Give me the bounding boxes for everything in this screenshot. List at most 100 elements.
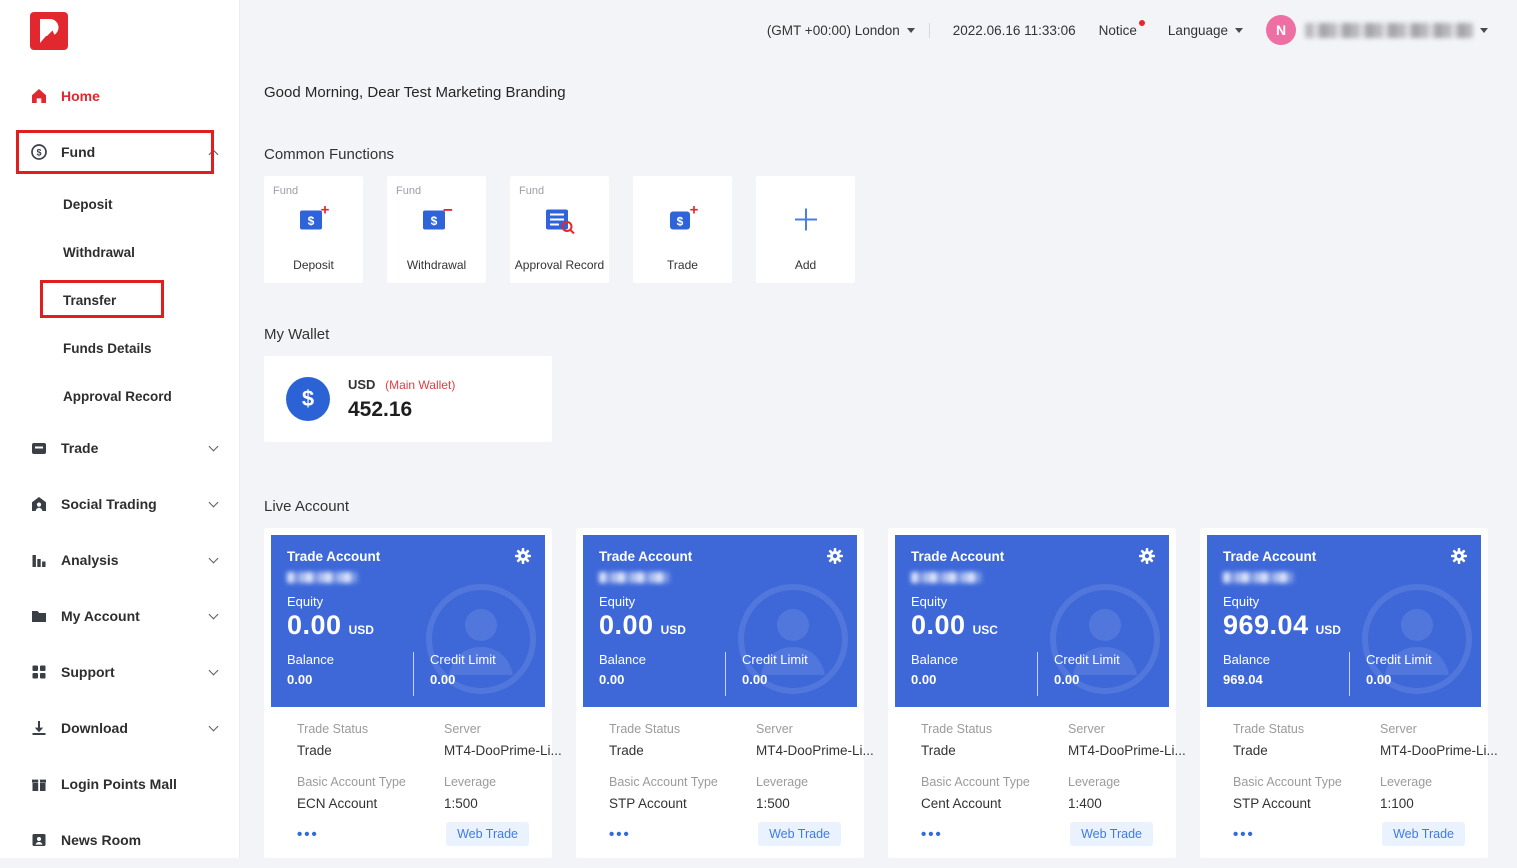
sidebar-item-my-account[interactable]: My Account — [0, 588, 239, 644]
account-card-title: Trade Account — [287, 549, 380, 564]
trade-status-value: Trade — [609, 743, 756, 758]
notice-link[interactable]: Notice — [1099, 23, 1145, 38]
support-grid-icon — [30, 663, 48, 681]
leverage-value: 1:500 — [444, 796, 562, 811]
folder-icon — [30, 607, 48, 625]
brand-logo[interactable] — [0, 0, 239, 68]
sidebar-item-funds-details[interactable]: Funds Details — [0, 324, 239, 372]
wallet-amount: 452.16 — [348, 398, 455, 422]
live-account-row: Trade Account Equity 0.00 USD Balance 0.… — [264, 528, 1488, 858]
account-card-title: Trade Account — [911, 549, 1004, 564]
timezone-selector[interactable]: (GMT +00:00) London — [767, 23, 915, 38]
news-room-icon — [30, 831, 48, 849]
card-category-tag: Fund — [519, 185, 544, 197]
equity-value: 969.04 — [1223, 610, 1309, 641]
server-value: MT4-DooPrime-Li... — [1380, 743, 1498, 758]
equity-currency: USC — [973, 623, 998, 637]
balance-label: Balance — [599, 652, 725, 667]
sub-item-label: Transfer — [63, 293, 116, 308]
credit-limit-label: Credit Limit — [742, 652, 808, 667]
balance-label: Balance — [1223, 652, 1349, 667]
web-trade-button[interactable]: Web Trade — [1070, 822, 1153, 846]
web-trade-button[interactable]: Web Trade — [1382, 822, 1465, 846]
sidebar-item-social-trading[interactable]: Social Trading — [0, 476, 239, 532]
live-account-card: Trade Account Equity 969.04 USD Balance … — [1200, 528, 1488, 858]
account-type-value: ECN Account — [297, 796, 444, 811]
home-icon — [30, 87, 48, 105]
equity-value: 0.00 — [599, 610, 654, 641]
account-summary-panel: Trade Account Equity 969.04 USD Balance … — [1207, 535, 1481, 707]
sidebar-item-home[interactable]: Home — [0, 68, 239, 124]
settings-gear-icon[interactable] — [1451, 548, 1467, 564]
sidebar-item-label: Trade — [61, 440, 210, 456]
card-category-tag: Fund — [396, 185, 421, 197]
shortcut-card-deposit[interactable]: Fund $+ Deposit — [264, 176, 363, 283]
common-functions-title: Common Functions — [264, 146, 1488, 163]
wallet-text: USD (Main Wallet) 452.16 — [348, 377, 455, 422]
sidebar-item-login-points-mall[interactable]: Login Points Mall — [0, 756, 239, 812]
equity-currency: USD — [661, 623, 686, 637]
more-options-icon[interactable]: ••• — [1233, 826, 1255, 843]
sidebar-item-download[interactable]: Download — [0, 700, 239, 756]
sidebar-item-deposit[interactable]: Deposit — [0, 180, 239, 228]
chevron-down-icon — [1235, 28, 1243, 33]
leverage-value: 1:100 — [1380, 796, 1498, 811]
sidebar-item-label: Analysis — [61, 552, 210, 568]
divider — [1037, 652, 1038, 696]
credit-limit-value: 0.00 — [430, 672, 496, 687]
server-label: Server — [1380, 722, 1498, 736]
web-trade-button[interactable]: Web Trade — [446, 822, 529, 846]
language-selector[interactable]: Language — [1168, 23, 1243, 38]
topbar: (GMT +00:00) London 2022.06.16 11:33:06 … — [264, 0, 1488, 60]
account-card-title: Trade Account — [599, 549, 692, 564]
withdrawal-icon: $− — [419, 202, 455, 243]
divider — [725, 652, 726, 696]
settings-gear-icon[interactable] — [1139, 548, 1155, 564]
trade-icon — [30, 439, 48, 457]
sidebar-nav: Home $ Fund Deposit Withdrawal Transfer … — [0, 68, 239, 868]
divider — [929, 23, 930, 38]
account-number-redacted — [911, 572, 981, 583]
settings-gear-icon[interactable] — [827, 548, 843, 564]
balance-value: 969.04 — [1223, 672, 1349, 687]
credit-limit-value: 0.00 — [742, 672, 808, 687]
server-value: MT4-DooPrime-Li... — [1068, 743, 1186, 758]
credit-limit-label: Credit Limit — [430, 652, 496, 667]
wallet-card[interactable]: $ USD (Main Wallet) 452.16 — [264, 356, 552, 442]
account-type-label: Basic Account Type — [297, 775, 444, 789]
sidebar-item-support[interactable]: Support — [0, 644, 239, 700]
sidebar-item-trade[interactable]: Trade — [0, 420, 239, 476]
account-details-panel: Trade StatusTrade ServerMT4-DooPrime-Li.… — [895, 707, 1169, 858]
server-label: Server — [444, 722, 562, 736]
shortcut-card-trade[interactable]: $+ Trade — [633, 176, 732, 283]
account-summary-panel: Trade Account Equity 0.00 USD Balance 0.… — [583, 535, 857, 707]
shortcut-card-add[interactable]: Add — [756, 176, 855, 283]
settings-gear-icon[interactable] — [515, 548, 531, 564]
web-trade-button[interactable]: Web Trade — [758, 822, 841, 846]
trade-status-value: Trade — [1233, 743, 1380, 758]
trade-status-value: Trade — [921, 743, 1068, 758]
approval-record-icon — [542, 202, 578, 243]
sidebar-item-withdrawal[interactable]: Withdrawal — [0, 228, 239, 276]
shortcut-card-approval-record[interactable]: Fund Approval Record — [510, 176, 609, 283]
chevron-down-icon — [209, 722, 219, 732]
more-options-icon[interactable]: ••• — [297, 826, 319, 843]
balance-value: 0.00 — [911, 672, 1037, 687]
svg-text:+: + — [320, 202, 329, 219]
sidebar-item-transfer[interactable]: Transfer — [0, 276, 239, 324]
sidebar-item-news-room[interactable]: News Room — [0, 812, 239, 868]
sidebar-item-analysis[interactable]: Analysis — [0, 532, 239, 588]
sidebar-item-fund[interactable]: $ Fund — [0, 124, 239, 180]
account-type-value: Cent Account — [921, 796, 1068, 811]
divider — [1349, 652, 1350, 696]
sidebar-item-label: Social Trading — [61, 496, 210, 512]
sidebar-item-approval-record[interactable]: Approval Record — [0, 372, 239, 420]
user-menu[interactable]: N — [1266, 15, 1488, 45]
shortcut-card-withdrawal[interactable]: Fund $− Withdrawal — [387, 176, 486, 283]
more-options-icon[interactable]: ••• — [921, 826, 943, 843]
live-account-card: Trade Account Equity 0.00 USC Balance 0.… — [888, 528, 1176, 858]
balance-label: Balance — [911, 652, 1037, 667]
account-details-panel: Trade StatusTrade ServerMT4-DooPrime-Li.… — [1207, 707, 1481, 858]
more-options-icon[interactable]: ••• — [609, 826, 631, 843]
sub-item-label: Deposit — [63, 197, 113, 212]
